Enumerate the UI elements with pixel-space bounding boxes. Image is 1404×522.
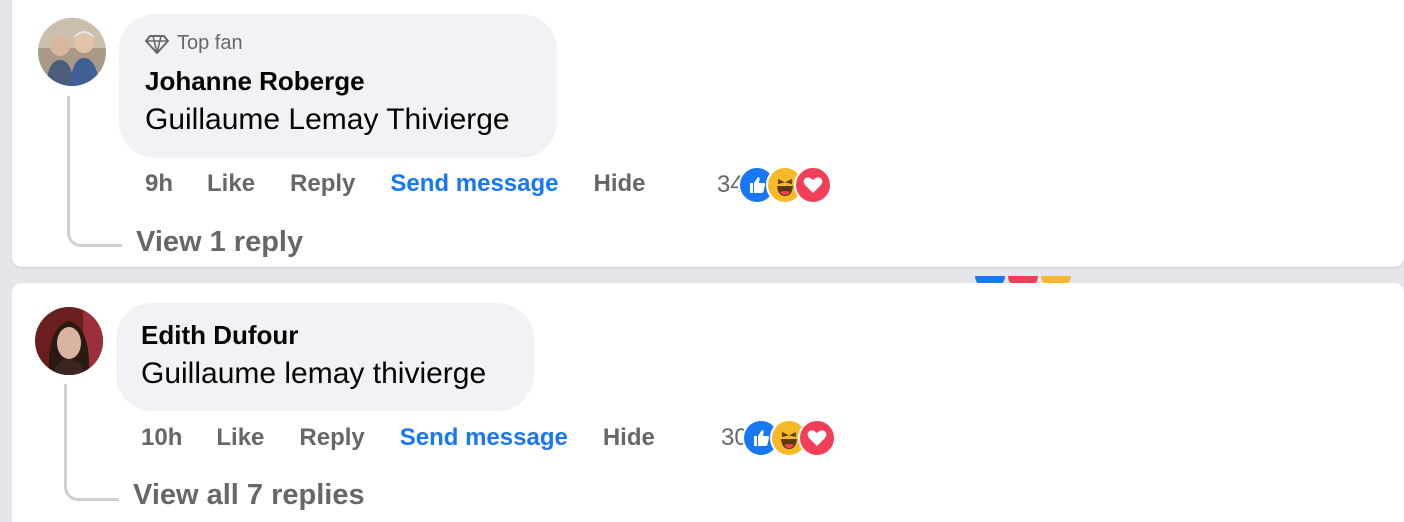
hide-button[interactable]: Hide	[603, 424, 655, 452]
reactions-summary[interactable]: 30	[721, 419, 836, 457]
comment-text: Guillaume lemay thivierge	[141, 357, 487, 390]
send-message-button[interactable]: Send message	[400, 424, 568, 452]
like-button[interactable]: Like	[216, 424, 264, 452]
comment-author[interactable]: Johanne Roberge	[145, 66, 365, 97]
comment-text: Guillaume Lemay Thivierge	[145, 103, 510, 136]
comment-actions: 10h Like Reply Send message Hide	[141, 424, 655, 452]
view-replies-link[interactable]: View 1 reply	[136, 226, 303, 259]
comment-actions: 9h Like Reply Send message Hide	[145, 170, 646, 198]
hide-button[interactable]: Hide	[594, 170, 646, 198]
timestamp[interactable]: 9h	[145, 170, 173, 198]
love-icon	[793, 166, 832, 204]
timestamp[interactable]: 10h	[141, 424, 182, 452]
reply-button[interactable]: Reply	[299, 424, 364, 452]
comment-author[interactable]: Edith Dufour	[141, 320, 298, 351]
top-fan-badge: Top fan	[145, 32, 243, 55]
like-button[interactable]: Like	[207, 170, 255, 198]
view-replies-link[interactable]: View all 7 replies	[133, 479, 365, 512]
avatar[interactable]	[35, 307, 103, 375]
thread-line	[64, 384, 119, 501]
reactions-summary[interactable]: 34	[717, 166, 832, 204]
love-icon	[797, 419, 836, 457]
thread-line	[67, 96, 122, 247]
reply-button[interactable]: Reply	[290, 170, 355, 198]
avatar[interactable]	[38, 18, 106, 86]
diamond-icon	[145, 34, 169, 54]
badge-label: Top fan	[177, 32, 243, 54]
send-message-button[interactable]: Send message	[390, 170, 558, 198]
